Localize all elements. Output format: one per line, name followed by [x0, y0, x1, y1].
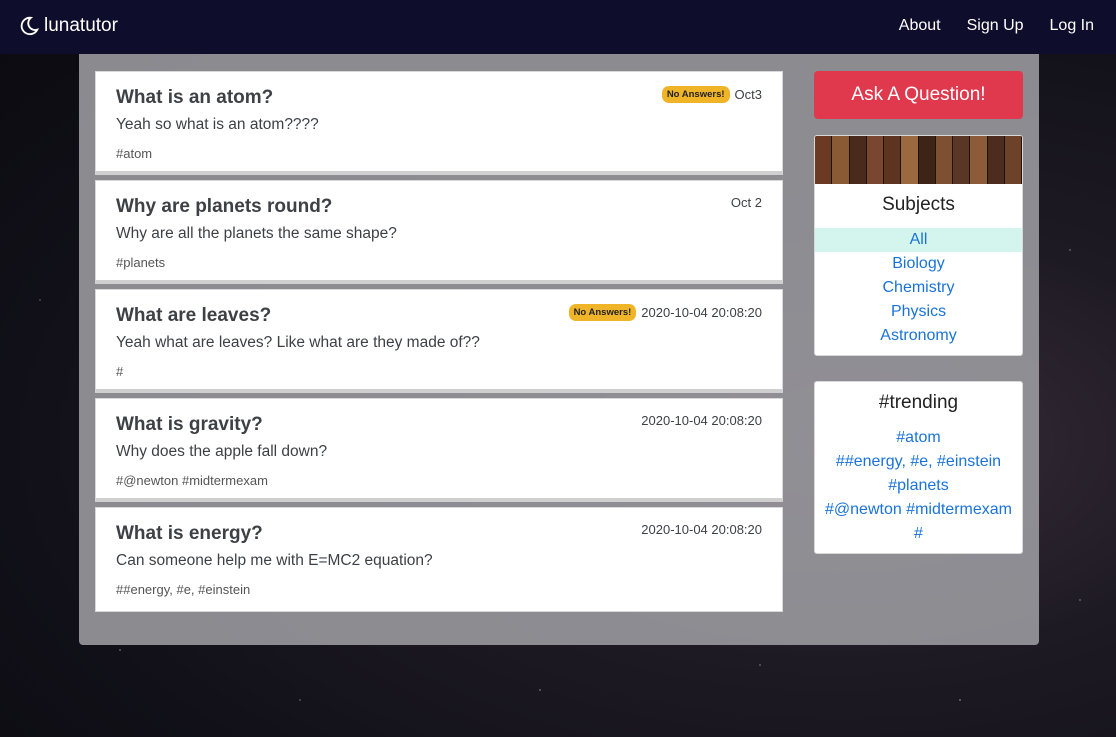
- nav-links: About Sign Up Log In: [899, 17, 1094, 35]
- question-meta: No Answers! 2020-10-04 20:08:20: [568, 304, 762, 321]
- question-tags[interactable]: #: [116, 364, 123, 379]
- brand-logo[interactable]: lunatutor: [18, 15, 118, 37]
- subject-physics-link[interactable]: Physics: [815, 300, 1022, 324]
- nav-about-link[interactable]: About: [899, 17, 941, 35]
- question-card[interactable]: What is gravity? 2020-10-04 20:08:20 Why…: [95, 398, 783, 502]
- question-title[interactable]: What is an atom?: [116, 87, 273, 109]
- question-body: Why does the apple fall down?: [116, 443, 328, 460]
- question-date: 2020-10-04 20:08:20: [641, 305, 762, 320]
- question-meta: 2020-10-04 20:08:20: [641, 522, 762, 537]
- moon-icon: [20, 16, 40, 36]
- question-body: Yeah what are leaves? Like what are they…: [116, 334, 480, 351]
- main-panel: What is an atom? No Answers! Oct3 Yeah s…: [79, 54, 1039, 645]
- question-body: Yeah so what is an atom????: [116, 116, 319, 133]
- question-body: Why are all the planets the same shape?: [116, 225, 397, 242]
- question-title[interactable]: Why are planets round?: [116, 196, 332, 218]
- question-title[interactable]: What is gravity?: [116, 414, 263, 436]
- question-tags[interactable]: #@newton #midtermexam: [116, 473, 268, 488]
- ask-question-button[interactable]: Ask A Question!: [814, 71, 1023, 119]
- question-card[interactable]: What is energy? 2020-10-04 20:08:20 Can …: [95, 507, 783, 612]
- sidebar: Ask A Question! Subjects All Biology Che…: [814, 71, 1023, 554]
- question-title[interactable]: What are leaves?: [116, 305, 271, 327]
- question-feed: What is an atom? No Answers! Oct3 Yeah s…: [95, 71, 783, 617]
- trending-title: #trending: [878, 392, 959, 413]
- bookshelf-image: [815, 136, 1022, 184]
- question-meta: 2020-10-04 20:08:20: [641, 413, 762, 428]
- no-answers-badge: No Answers!: [661, 86, 730, 103]
- nav-login-link[interactable]: Log In: [1050, 17, 1094, 35]
- question-tags[interactable]: #planets: [116, 255, 165, 270]
- trending-tag-link[interactable]: ##energy, #e, #einstein: [815, 450, 1022, 474]
- question-tags[interactable]: ##energy, #e, #einstein: [116, 582, 250, 597]
- nav-signup-link[interactable]: Sign Up: [967, 17, 1024, 35]
- trending-tag-link[interactable]: #@newton #midtermexam: [815, 498, 1022, 522]
- subjects-title: Subjects: [882, 194, 955, 215]
- trending-tag-link[interactable]: #atom: [815, 426, 1022, 450]
- subject-all-link[interactable]: All: [815, 228, 1022, 252]
- brand-name: lunatutor: [44, 15, 118, 36]
- subject-chemistry-link[interactable]: Chemistry: [815, 276, 1022, 300]
- subjects-card: Subjects All Biology Chemistry Physics A…: [814, 135, 1023, 356]
- question-date: 2020-10-04 20:08:20: [641, 522, 762, 537]
- subject-biology-link[interactable]: Biology: [815, 252, 1022, 276]
- question-date: Oct3: [734, 87, 762, 102]
- question-date: Oct 2: [730, 195, 762, 210]
- question-meta: No Answers! Oct3: [661, 86, 762, 103]
- question-date: 2020-10-04 20:08:20: [641, 413, 762, 428]
- question-card[interactable]: What is an atom? No Answers! Oct3 Yeah s…: [95, 71, 783, 175]
- question-meta: Oct 2: [731, 195, 762, 210]
- question-card[interactable]: What are leaves? No Answers! 2020-10-04 …: [95, 289, 783, 393]
- question-body: Can someone help me with E=MC2 equation?: [116, 552, 433, 569]
- trending-card: #trending #atom ##energy, #e, #einstein …: [814, 381, 1023, 554]
- trending-tag-link[interactable]: #: [815, 522, 1022, 546]
- question-title[interactable]: What is energy?: [116, 523, 263, 545]
- subject-astronomy-link[interactable]: Astronomy: [815, 324, 1022, 348]
- top-navbar: lunatutor About Sign Up Log In: [0, 0, 1116, 54]
- trending-tag-link[interactable]: #planets: [815, 474, 1022, 498]
- question-tags[interactable]: #atom: [116, 146, 152, 161]
- no-answers-badge: No Answers!: [568, 304, 637, 321]
- question-card[interactable]: Why are planets round? Oct 2 Why are all…: [95, 180, 783, 284]
